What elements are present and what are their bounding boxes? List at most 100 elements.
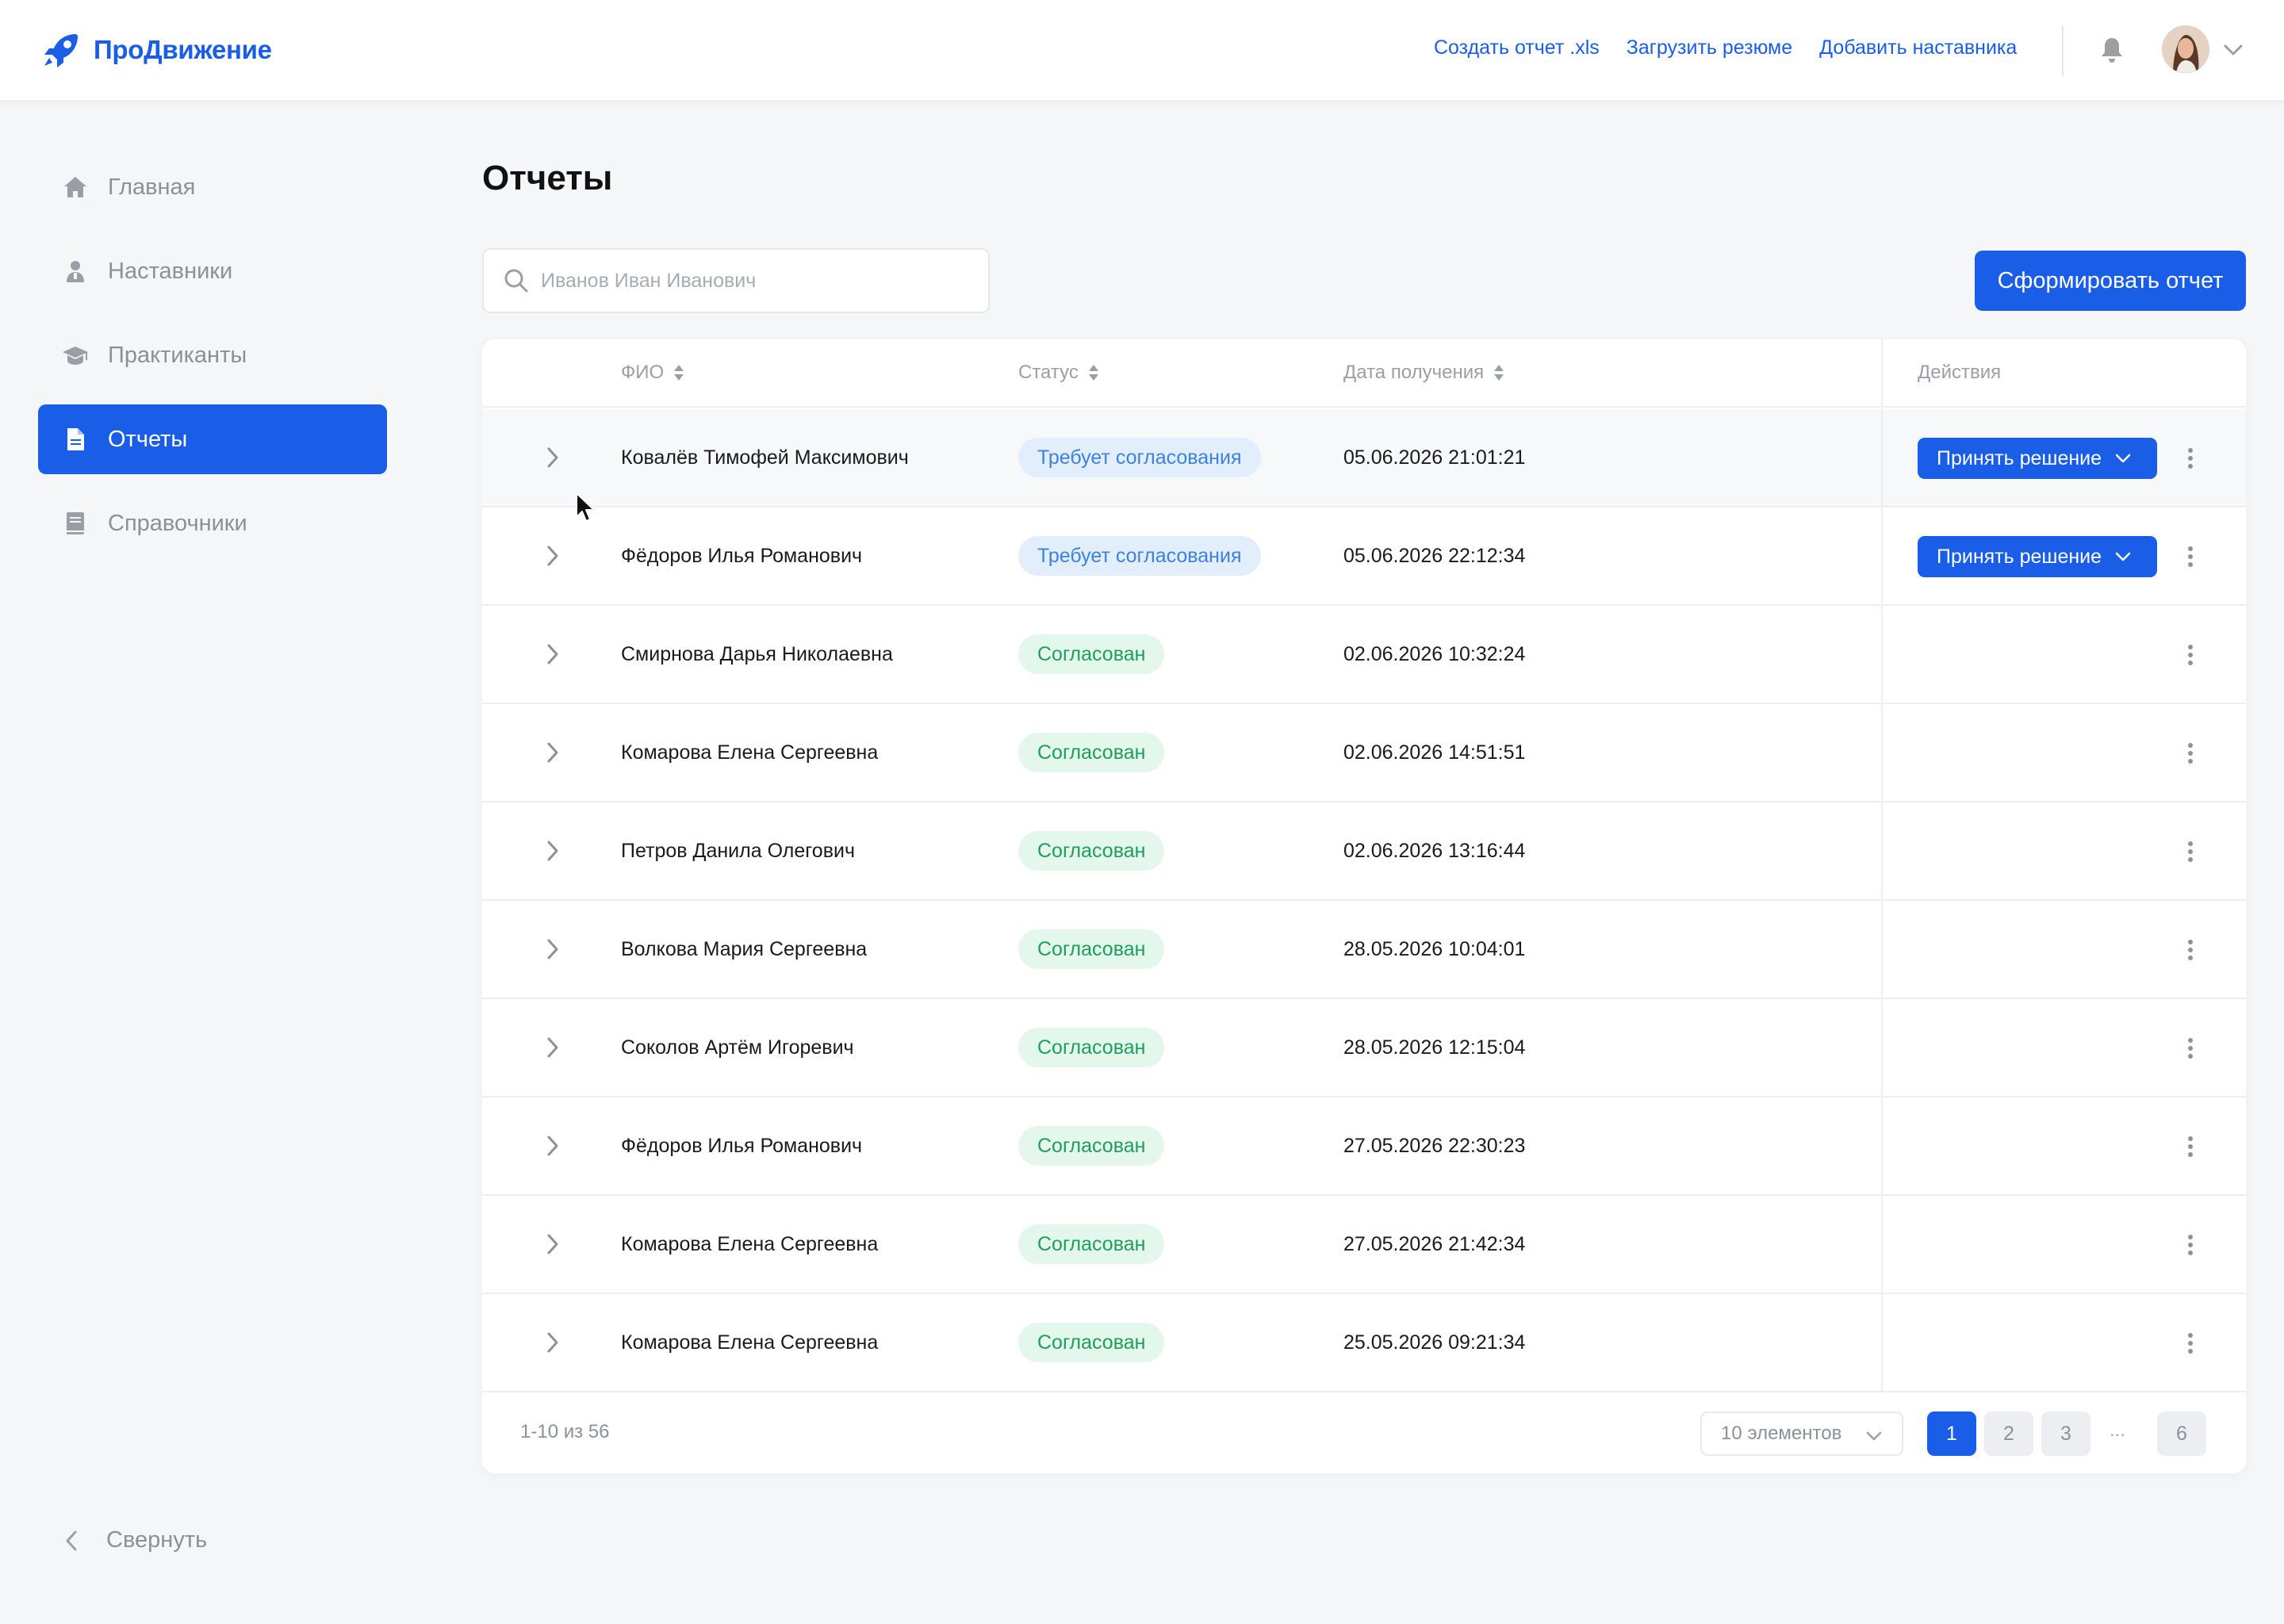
sidebar-item-reports[interactable]: Отчеты bbox=[38, 404, 387, 474]
sidebar-item-home[interactable]: Главная bbox=[38, 152, 387, 222]
row-menu-button[interactable] bbox=[2176, 1128, 2205, 1166]
sidebar-item-label: Практиканты bbox=[108, 342, 247, 368]
chevron-right-icon bbox=[547, 939, 558, 959]
expand-row-button[interactable] bbox=[535, 802, 571, 899]
app-logo[interactable]: ПроДвижение bbox=[41, 29, 272, 71]
book-icon bbox=[62, 510, 89, 537]
sidebar-item-directories[interactable]: Справочники bbox=[38, 488, 387, 558]
column-header-name[interactable]: ФИО bbox=[621, 362, 684, 384]
make-decision-button[interactable]: Принять решение bbox=[1918, 438, 2157, 479]
mouse-cursor-icon bbox=[576, 492, 595, 522]
row-menu-button[interactable] bbox=[2176, 636, 2205, 674]
column-header-label: Действия bbox=[1918, 362, 2002, 383]
cell-status: Требует согласования bbox=[1018, 409, 1261, 506]
row-menu-button[interactable] bbox=[2176, 538, 2205, 576]
row-menu-button[interactable] bbox=[2176, 833, 2205, 871]
chevron-down-icon[interactable] bbox=[2221, 40, 2246, 59]
status-badge: Согласован bbox=[1018, 831, 1165, 871]
cell-name: Комарова Елена Сергеевна bbox=[621, 741, 879, 764]
sidebar-item-label: Отчеты bbox=[108, 426, 188, 452]
add-mentor-link[interactable]: Добавить наставника bbox=[1819, 36, 2017, 59]
cell-status: Согласован bbox=[1018, 606, 1165, 703]
row-menu-button[interactable] bbox=[2176, 1226, 2205, 1264]
page-button-6[interactable]: 6 bbox=[2157, 1411, 2206, 1456]
page-size-select[interactable]: 10 элементов bbox=[1700, 1411, 1903, 1456]
table-row[interactable]: Соколов Артём Игоревич Согласован 28.05.20… bbox=[482, 999, 2246, 1097]
table-row[interactable]: Комарова Елена Сергеевна Согласован 25.05.… bbox=[482, 1294, 2246, 1392]
more-vertical-icon bbox=[2188, 1038, 2193, 1059]
table-row[interactable]: Петров Данила Олегович Согласован 02.06.20… bbox=[482, 802, 2246, 901]
more-vertical-icon bbox=[2188, 645, 2193, 665]
more-vertical-icon bbox=[2188, 448, 2193, 469]
cell-date: 25.05.2026 09:21:34 bbox=[1343, 1331, 1526, 1354]
chevron-down-icon bbox=[2115, 454, 2131, 463]
expand-row-button[interactable] bbox=[535, 1196, 571, 1293]
cell-date: 05.06.2026 21:01:21 bbox=[1343, 446, 1526, 469]
expand-row-button[interactable] bbox=[535, 999, 571, 1096]
graduation-cap-icon bbox=[62, 342, 89, 369]
make-decision-label: Принять решение bbox=[1937, 446, 2102, 469]
home-icon bbox=[62, 174, 89, 201]
header-links: Создать отчет .xls Загрузить резюме Доба… bbox=[1434, 36, 2044, 59]
column-header-label: Статус bbox=[1018, 362, 1079, 383]
row-menu-button[interactable] bbox=[2176, 931, 2205, 969]
cell-status: Согласован bbox=[1018, 999, 1165, 1096]
table-row[interactable]: Фёдоров Илья Романович Требует согласован… bbox=[482, 508, 2246, 606]
chevron-right-icon bbox=[547, 644, 558, 665]
expand-row-button[interactable] bbox=[535, 1097, 571, 1194]
bell-icon[interactable] bbox=[2097, 35, 2127, 65]
cell-status: Согласован bbox=[1018, 704, 1165, 801]
cell-name: Петров Данила Олегович bbox=[621, 839, 855, 862]
user-avatar[interactable] bbox=[2162, 25, 2209, 73]
page-button-3[interactable]: 3 bbox=[2041, 1411, 2090, 1456]
page-title: Отчеты bbox=[482, 159, 613, 197]
create-xls-report-link[interactable]: Создать отчет .xls bbox=[1434, 36, 1600, 59]
page-button-1[interactable]: 1 bbox=[1927, 1411, 1976, 1456]
status-badge: Согласован bbox=[1018, 1224, 1165, 1264]
cell-name: Соколов Артём Игоревич bbox=[621, 1036, 854, 1059]
row-menu-button[interactable] bbox=[2176, 1324, 2205, 1362]
search-icon bbox=[504, 269, 528, 293]
chevron-down-icon bbox=[2115, 552, 2131, 561]
status-badge: Согласован bbox=[1018, 1126, 1165, 1166]
cell-status: Согласован bbox=[1018, 1097, 1165, 1194]
column-header-label: Дата получения bbox=[1343, 362, 1485, 383]
sidebar-item-label: Наставники bbox=[108, 258, 233, 284]
expand-row-button[interactable] bbox=[535, 409, 571, 506]
cell-status: Согласован bbox=[1018, 901, 1165, 998]
row-menu-button[interactable] bbox=[2176, 439, 2205, 477]
column-header-date[interactable]: Дата получения bbox=[1343, 362, 1504, 384]
sidebar-item-mentors[interactable]: Наставники bbox=[38, 236, 387, 306]
table-row[interactable]: Фёдоров Илья Романович Согласован 27.05.20… bbox=[482, 1097, 2246, 1196]
page-button-2[interactable]: 2 bbox=[1984, 1411, 2033, 1456]
expand-row-button[interactable] bbox=[535, 1294, 571, 1391]
search-input[interactable] bbox=[541, 269, 969, 293]
chevron-right-icon bbox=[547, 546, 558, 566]
row-menu-button[interactable] bbox=[2176, 1029, 2205, 1067]
table-row[interactable]: Комарова Елена Сергеевна Согласован 27.05.… bbox=[482, 1196, 2246, 1294]
column-header-status[interactable]: Статус bbox=[1018, 362, 1099, 384]
status-badge: Согласован bbox=[1018, 634, 1165, 674]
table-row[interactable]: Комарова Елена Сергеевна Согласован 02.06.… bbox=[482, 704, 2246, 802]
chevron-left-icon bbox=[66, 1530, 77, 1550]
table-row[interactable]: Смирнова Дарья Николаевна Согласован 02.06… bbox=[482, 606, 2246, 704]
upload-resume-link[interactable]: Загрузить резюме bbox=[1627, 36, 1792, 59]
table-row[interactable]: Волкова Мария Сергеевна Согласован 28.05.2… bbox=[482, 901, 2246, 999]
expand-row-button[interactable] bbox=[535, 901, 571, 998]
header-divider bbox=[2062, 25, 2064, 76]
sidebar-item-interns[interactable]: Практиканты bbox=[38, 320, 387, 390]
app-name: ПроДвижение bbox=[94, 35, 272, 64]
cell-name: Фёдоров Илья Романович bbox=[621, 544, 863, 567]
expand-row-button[interactable] bbox=[535, 704, 571, 801]
make-decision-button[interactable]: Принять решение bbox=[1918, 536, 2157, 577]
expand-row-button[interactable] bbox=[535, 508, 571, 604]
collapse-sidebar-button[interactable]: Свернуть bbox=[63, 1527, 207, 1553]
search-field[interactable] bbox=[482, 248, 990, 313]
table-row[interactable]: Ковалёв Тимофей Максимович Требует соглас… bbox=[482, 409, 2246, 508]
expand-row-button[interactable] bbox=[535, 606, 571, 703]
mentor-icon bbox=[62, 258, 89, 285]
pagination-ellipsis: ... bbox=[2110, 1419, 2126, 1441]
cell-date: 02.06.2026 14:51:51 bbox=[1343, 741, 1526, 764]
row-menu-button[interactable] bbox=[2176, 734, 2205, 772]
generate-report-button[interactable]: Сформировать отчет bbox=[1975, 251, 2246, 311]
